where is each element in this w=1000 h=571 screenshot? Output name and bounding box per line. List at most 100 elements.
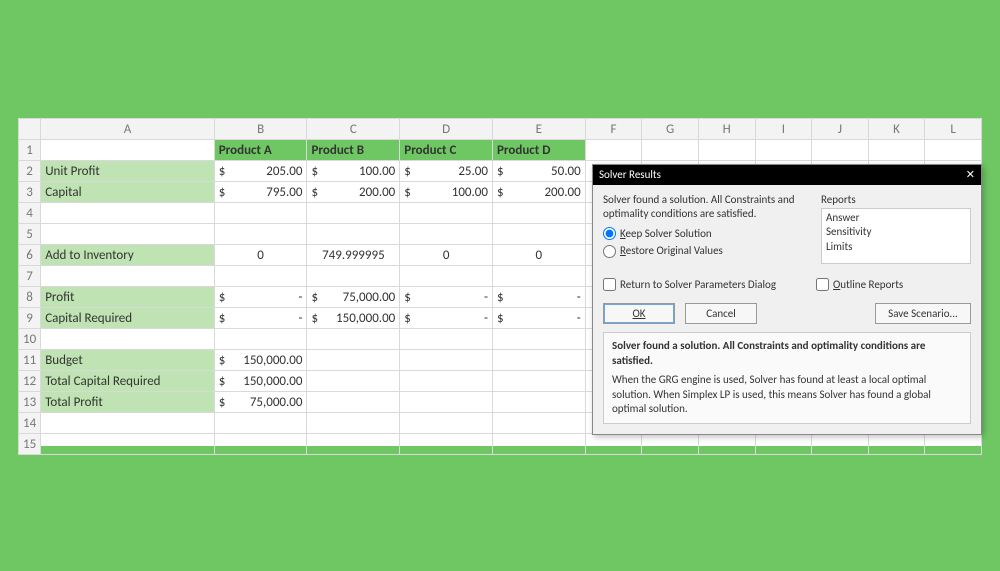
col-header[interactable]: F <box>585 119 642 140</box>
cell[interactable]: 0 <box>492 245 585 266</box>
header-product-c[interactable]: Product C <box>400 140 493 161</box>
cell[interactable]: $- <box>400 308 493 329</box>
cell[interactable] <box>492 350 585 371</box>
cell[interactable]: $- <box>214 287 307 308</box>
return-parameters-checkbox[interactable] <box>603 278 616 291</box>
row-header[interactable]: 8 <box>19 287 41 308</box>
cell[interactable] <box>214 329 307 350</box>
cell[interactable]: $200.00 <box>307 182 400 203</box>
cell[interactable] <box>307 371 400 392</box>
cell[interactable] <box>812 140 869 161</box>
save-scenario-button[interactable]: Save Scenario... <box>875 303 971 324</box>
row-header[interactable]: 1 <box>19 140 41 161</box>
cell[interactable] <box>307 413 400 434</box>
row-header[interactable]: 2 <box>19 161 41 182</box>
row-header[interactable]: 9 <box>19 308 41 329</box>
cell[interactable]: $150,000.00 <box>214 371 307 392</box>
cell[interactable] <box>400 413 493 434</box>
cell[interactable]: $- <box>492 308 585 329</box>
cell[interactable]: $- <box>400 287 493 308</box>
close-icon[interactable]: ✕ <box>966 165 975 185</box>
cell[interactable] <box>492 371 585 392</box>
cell[interactable]: $150,000.00 <box>307 308 400 329</box>
cancel-button[interactable]: Cancel <box>685 303 757 324</box>
cell[interactable] <box>492 392 585 413</box>
cell[interactable] <box>41 203 215 224</box>
cell[interactable] <box>400 371 493 392</box>
cell[interactable] <box>41 413 215 434</box>
cell[interactable]: $- <box>492 287 585 308</box>
outline-reports-option[interactable]: Outline Reports <box>816 278 903 291</box>
cell[interactable] <box>41 266 215 287</box>
col-header[interactable]: H <box>698 119 755 140</box>
cell[interactable] <box>307 266 400 287</box>
cell[interactable] <box>755 434 812 455</box>
row-header[interactable]: 12 <box>19 371 41 392</box>
cell[interactable] <box>400 329 493 350</box>
cell[interactable] <box>925 140 982 161</box>
cell[interactable] <box>41 434 215 455</box>
label-add-inventory[interactable]: Add to Inventory <box>41 245 215 266</box>
ok-button[interactable]: OK <box>603 303 675 324</box>
return-parameters-option[interactable]: Return to Solver Parameters Dialog <box>603 278 776 291</box>
cell[interactable]: $75,000.00 <box>214 392 307 413</box>
header-product-d[interactable]: Product D <box>492 140 585 161</box>
restore-values-radio[interactable] <box>603 245 616 258</box>
cell[interactable]: $25.00 <box>400 161 493 182</box>
label-budget[interactable]: Budget <box>41 350 215 371</box>
col-header[interactable]: C <box>307 119 400 140</box>
cell[interactable]: 0 <box>400 245 493 266</box>
row-header[interactable]: 6 <box>19 245 41 266</box>
label-total-capital-required[interactable]: Total Capital Required <box>41 371 215 392</box>
cell[interactable] <box>492 329 585 350</box>
cell[interactable]: $795.00 <box>214 182 307 203</box>
cell[interactable] <box>307 203 400 224</box>
cell[interactable] <box>812 434 869 455</box>
header-product-b[interactable]: Product B <box>307 140 400 161</box>
column-header-row[interactable]: A B C D E F G H I J K L <box>19 119 982 140</box>
row-header[interactable]: 10 <box>19 329 41 350</box>
header-product-a[interactable]: Product A <box>214 140 307 161</box>
row-header[interactable]: 5 <box>19 224 41 245</box>
cell[interactable] <box>214 434 307 455</box>
cell[interactable]: 749.999995 <box>307 245 400 266</box>
cell[interactable] <box>307 224 400 245</box>
report-option[interactable]: Limits <box>826 240 966 254</box>
reports-list[interactable]: Answer Sensitivity Limits <box>821 208 971 264</box>
col-header[interactable]: K <box>868 119 925 140</box>
cell[interactable] <box>214 266 307 287</box>
outline-reports-checkbox[interactable] <box>816 278 829 291</box>
cell[interactable] <box>400 266 493 287</box>
cell[interactable]: $200.00 <box>492 182 585 203</box>
cell[interactable]: $75,000.00 <box>307 287 400 308</box>
cell[interactable] <box>214 224 307 245</box>
report-option[interactable]: Answer <box>826 211 966 225</box>
cell[interactable]: $50.00 <box>492 161 585 182</box>
dialog-titlebar[interactable]: Solver Results ✕ <box>593 165 981 185</box>
cell[interactable] <box>698 140 755 161</box>
cell[interactable] <box>585 140 642 161</box>
cell[interactable] <box>585 434 642 455</box>
cell[interactable] <box>307 350 400 371</box>
row-header[interactable]: 4 <box>19 203 41 224</box>
col-header[interactable]: D <box>400 119 493 140</box>
col-header[interactable]: I <box>755 119 812 140</box>
cell[interactable] <box>492 203 585 224</box>
keep-solution-radio[interactable] <box>603 227 616 240</box>
label-capital-required[interactable]: Capital Required <box>41 308 215 329</box>
cell[interactable] <box>755 140 812 161</box>
cell[interactable] <box>400 392 493 413</box>
cell[interactable] <box>868 434 925 455</box>
cell[interactable] <box>868 140 925 161</box>
cell[interactable] <box>41 329 215 350</box>
label-total-profit[interactable]: Total Profit <box>41 392 215 413</box>
col-header[interactable]: B <box>214 119 307 140</box>
cell[interactable]: $100.00 <box>400 182 493 203</box>
cell[interactable] <box>492 266 585 287</box>
cell[interactable] <box>307 434 400 455</box>
cell[interactable] <box>400 224 493 245</box>
cell[interactable] <box>492 434 585 455</box>
col-header[interactable]: L <box>925 119 982 140</box>
cell[interactable] <box>698 434 755 455</box>
cell[interactable]: $100.00 <box>307 161 400 182</box>
